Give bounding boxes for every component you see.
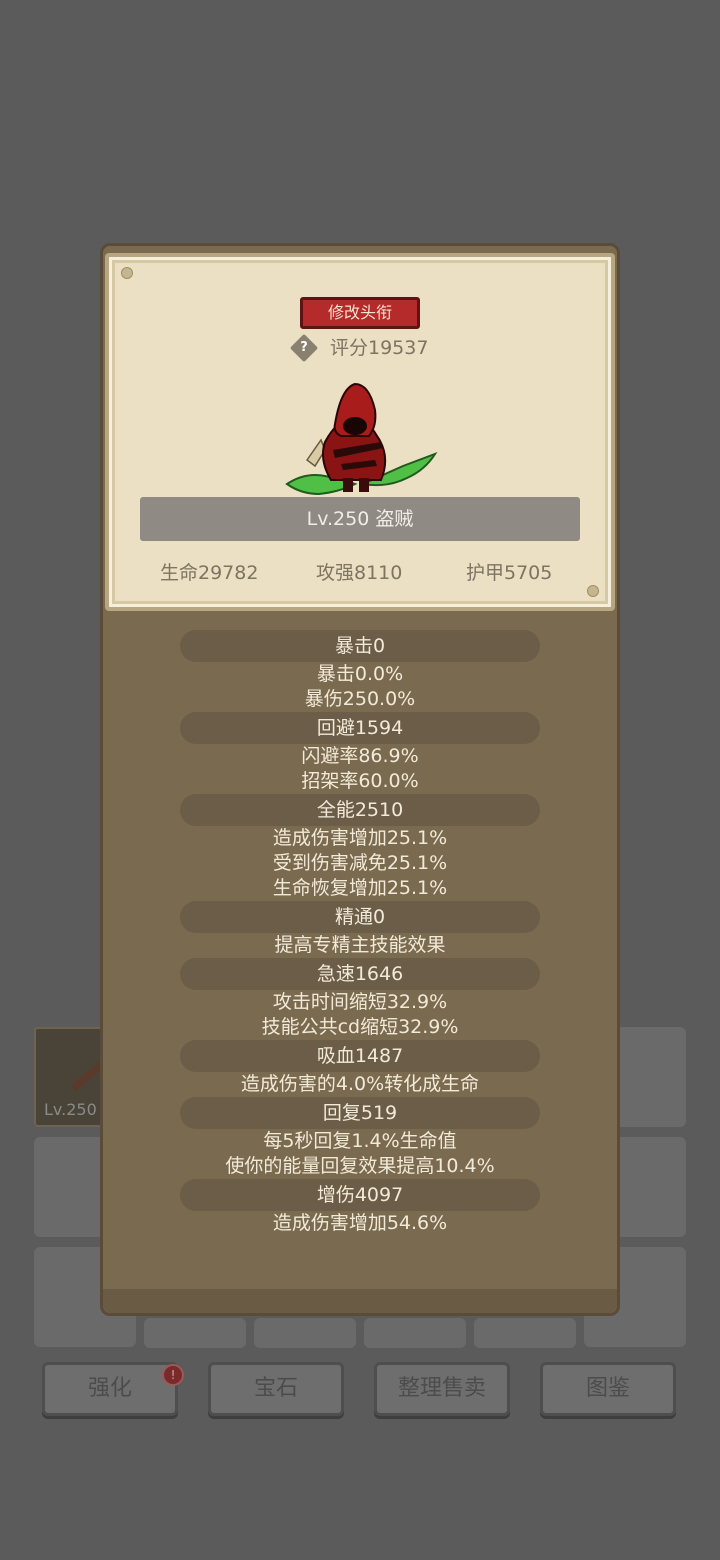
inventory-slot[interactable] xyxy=(364,1318,466,1348)
stat-line: 技能公共cd缩短32.9% xyxy=(261,1016,459,1038)
gem-button[interactable]: 宝石 xyxy=(208,1362,344,1416)
stat-line: 每5秒回复1.4%生命值 xyxy=(263,1130,457,1152)
stat-header: 急速1646 xyxy=(180,958,540,990)
help-icon[interactable]: ? xyxy=(289,333,319,363)
codex-button[interactable]: 图鉴 xyxy=(540,1362,676,1416)
stat-header: 全能2510 xyxy=(180,794,540,826)
health-stat: 生命29782 xyxy=(160,562,259,584)
attack-power-stat: 攻强8110 xyxy=(316,562,403,584)
stat-line: 提高专精主技能效果 xyxy=(274,934,446,956)
help-icon-glyph: ? xyxy=(300,340,308,355)
stat-header: 回复519 xyxy=(180,1097,540,1129)
stat-group-lifesteal: 吸血1487 造成伤害的4.0%转化成生命 xyxy=(100,1040,620,1097)
stat-line: 造成伤害的4.0%转化成生命 xyxy=(240,1073,480,1095)
stat-header: 增伤4097 xyxy=(180,1179,540,1211)
rivet-icon xyxy=(587,585,599,597)
enhance-button[interactable]: 强化 xyxy=(42,1362,178,1416)
stat-line: 闪避率86.9% xyxy=(301,745,419,767)
stat-group-damage-bonus: 增伤4097 造成伤害增加54.6% xyxy=(100,1179,620,1236)
notification-badge: ! xyxy=(162,1364,184,1386)
stat-group-recovery: 回复519 每5秒回复1.4%生命值 使你的能量回复效果提高10.4% xyxy=(100,1097,620,1179)
stat-line: 使你的能量回复效果提高10.4% xyxy=(225,1155,495,1177)
inventory-slot[interactable] xyxy=(254,1318,356,1348)
rivet-icon xyxy=(121,267,133,279)
stat-header: 吸血1487 xyxy=(180,1040,540,1072)
armor-stat: 护甲5705 xyxy=(466,562,553,584)
sort-sell-button[interactable]: 整理售卖 xyxy=(374,1362,510,1416)
stat-line: 攻击时间缩短32.9% xyxy=(272,991,448,1013)
stat-line: 造成伤害增加54.6% xyxy=(272,1212,448,1234)
inventory-slot[interactable] xyxy=(144,1318,246,1348)
stat-group-crit: 暴击0 暴击0.0% 暴伤250.0% xyxy=(100,630,620,712)
stats-list: 暴击0 暴击0.0% 暴伤250.0% 回避1594 闪避率86.9% 招架率6… xyxy=(100,630,620,1236)
stat-line: 暴伤250.0% xyxy=(304,688,416,710)
stat-line: 暴击0.0% xyxy=(316,663,404,685)
rogue-character-icon xyxy=(285,382,438,496)
stat-group-mastery: 精通0 提高专精主技能效果 xyxy=(100,901,620,958)
inventory-slot[interactable] xyxy=(474,1318,576,1348)
stat-group-dodge: 回避1594 闪避率86.9% 招架率60.0% xyxy=(100,712,620,794)
stat-line: 生命恢复增加25.1% xyxy=(272,877,448,899)
score-text: 评分19537 xyxy=(330,337,429,359)
character-name-bar: Lv.250 盗贼 xyxy=(140,497,580,541)
stat-line: 受到伤害减免25.1% xyxy=(272,852,448,874)
stat-line: 招架率60.0% xyxy=(301,770,419,792)
stat-line: 造成伤害增加25.1% xyxy=(272,827,448,849)
stat-header: 暴击0 xyxy=(180,630,540,662)
stat-header: 精通0 xyxy=(180,901,540,933)
item-level: Lv.250 xyxy=(44,1100,97,1119)
stat-header: 回避1594 xyxy=(180,712,540,744)
stat-group-haste: 急速1646 攻击时间缩短32.9% 技能公共cd缩短32.9% xyxy=(100,958,620,1040)
stat-group-versatility: 全能2510 造成伤害增加25.1% 受到伤害减免25.1% 生命恢复增加25.… xyxy=(100,794,620,901)
edit-title-button[interactable]: 修改头衔 xyxy=(300,297,420,329)
